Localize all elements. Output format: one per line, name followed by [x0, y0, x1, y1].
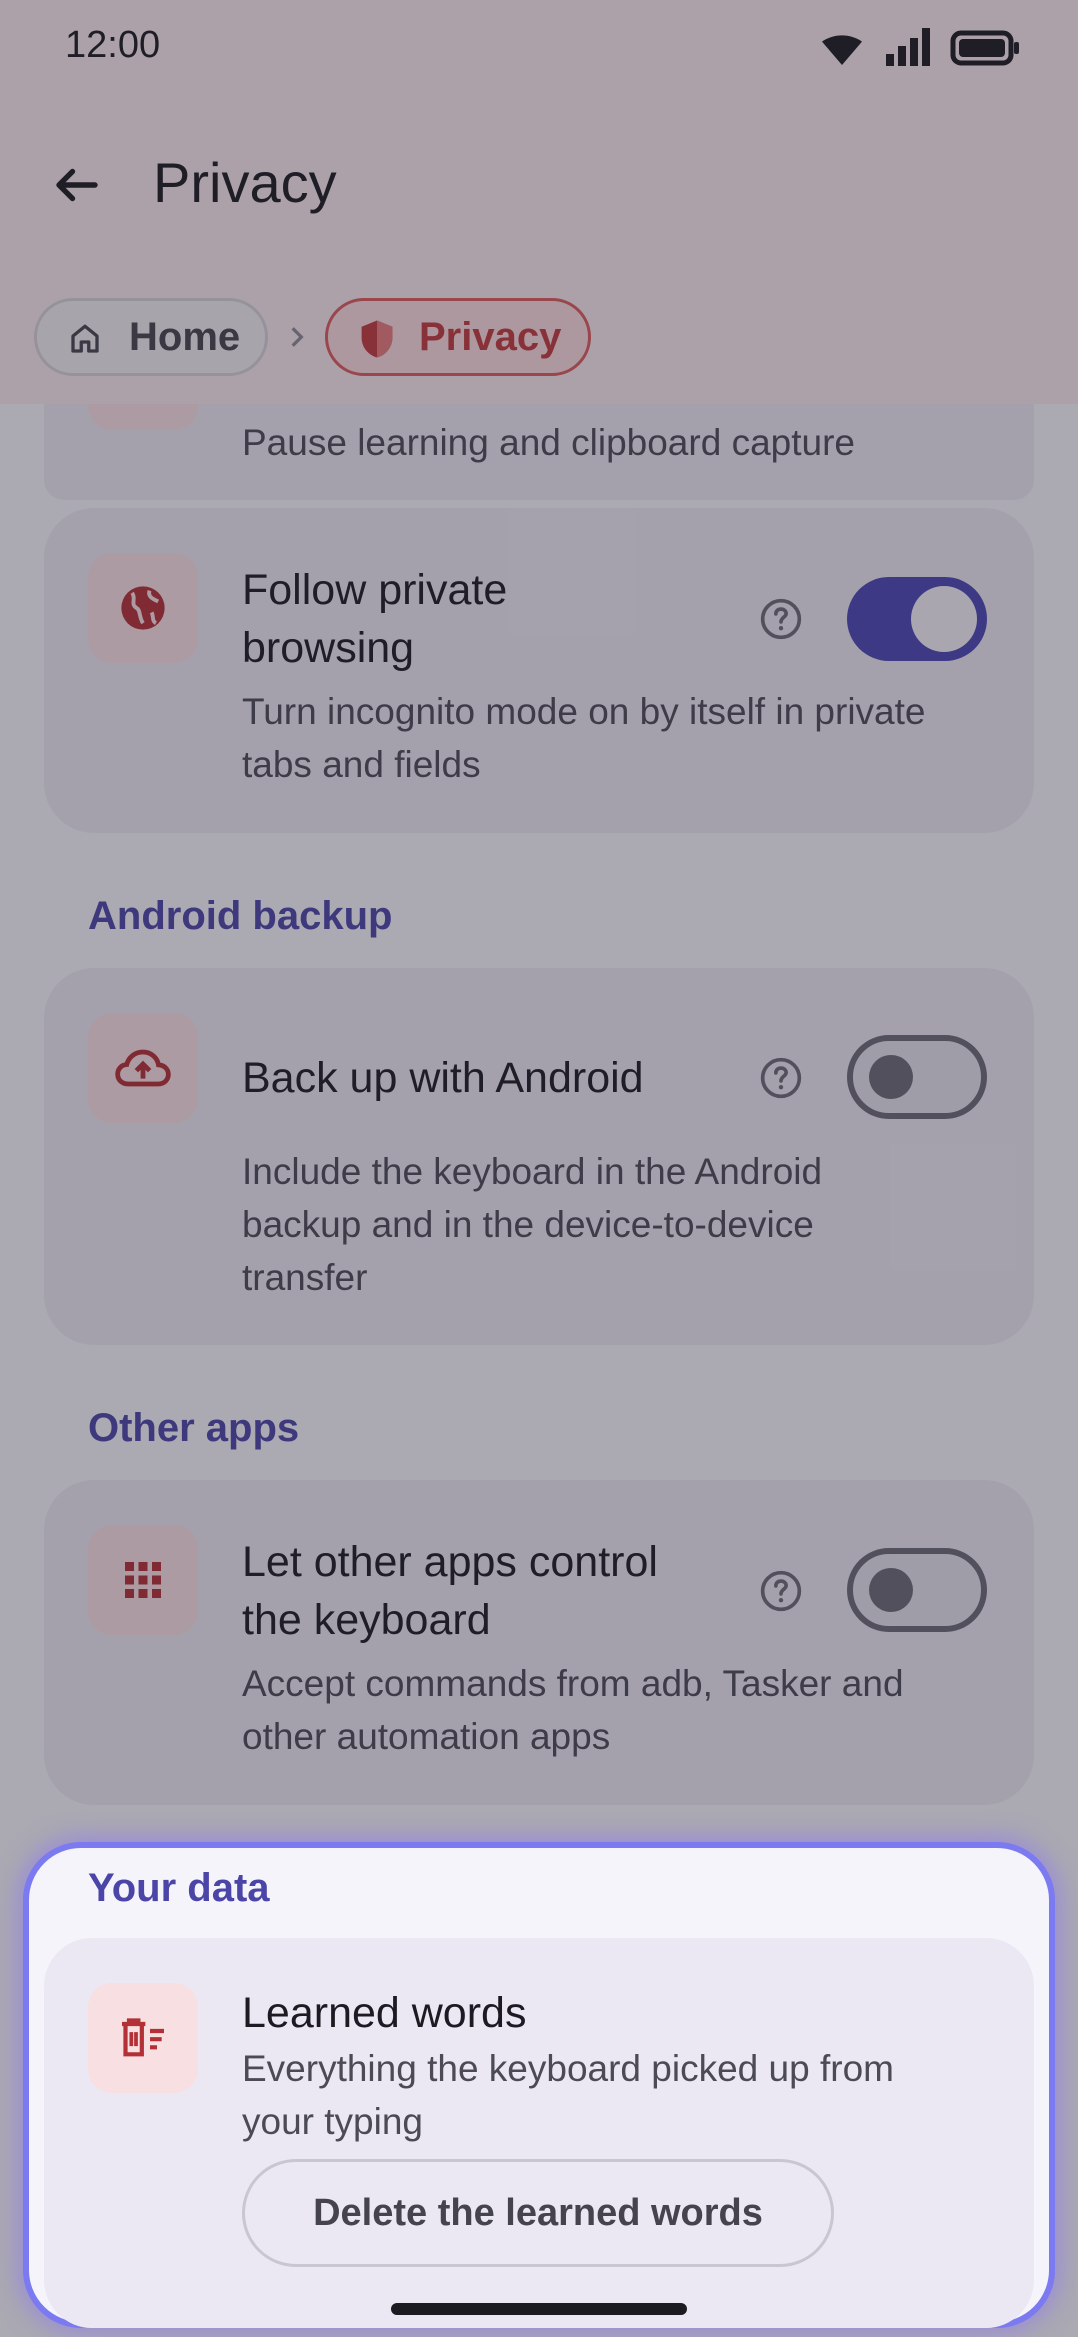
learned-words-title: Learned words [242, 1989, 527, 2037]
delete-list-icon-tile [88, 1983, 198, 2093]
learned-words-desc-line1: Everything the keyboard picked up from [242, 2048, 894, 2089]
delete-learned-words-button[interactable]: Delete the learned words [242, 2159, 834, 2267]
learned-words-desc-line2: your typing [242, 2101, 423, 2142]
delete-list-icon [122, 2018, 164, 2057]
section-your-data: Your data [88, 1866, 270, 1910]
home-indicator[interactable] [391, 2303, 687, 2315]
